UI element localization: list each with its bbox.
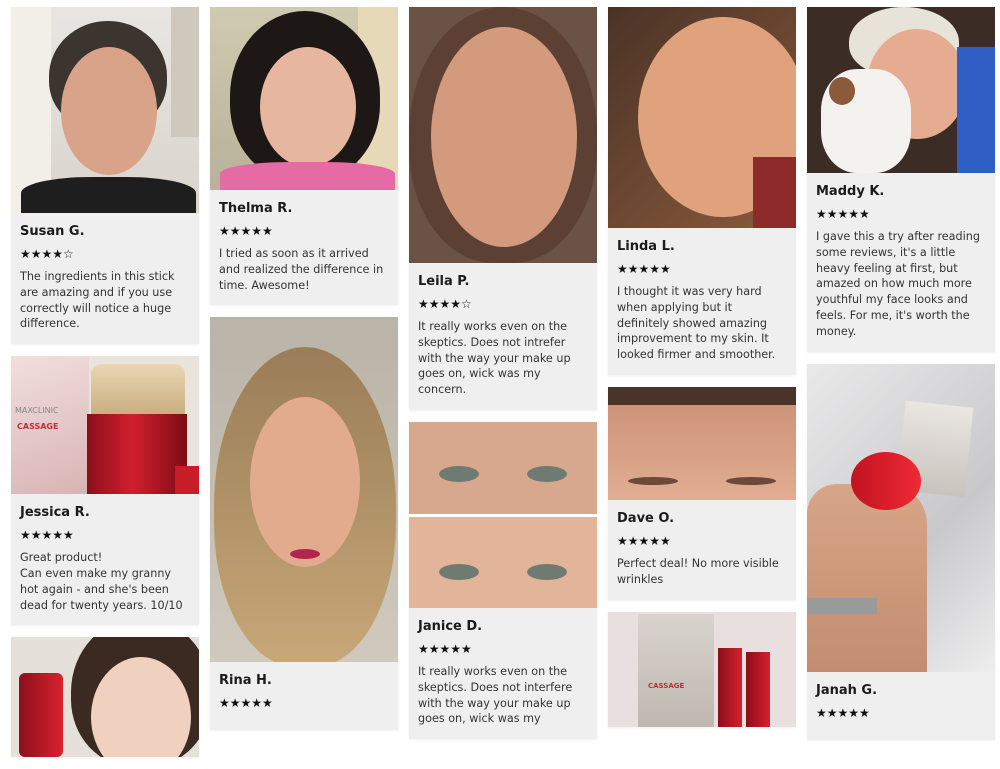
reviewer-name: Jessica R. (20, 505, 90, 521)
review-text: The ingredients in this stick are amazin… (20, 270, 175, 331)
rating-stars: ★★★★☆ (418, 297, 472, 311)
reviewer-name: Rina H. (219, 673, 272, 689)
review-text: Perfect deal! No more visible wrinkles (617, 556, 779, 586)
review-text: I thought it was very hard when applying… (617, 285, 776, 362)
review-text: Great product! Can even make my granny h… (20, 551, 183, 612)
product-brand-text: MAXCLINIC (15, 406, 59, 416)
review-column-2: Thelma R. ★★★★★ I tried as soon as it ar… (210, 7, 398, 742)
review-photo (11, 7, 199, 213)
review-card-thelma: Thelma R. ★★★★★ I tried as soon as it ar… (210, 7, 398, 306)
reviewer-name: Janah G. (816, 682, 878, 698)
review-text: It really works even on the skeptics. Do… (418, 664, 573, 726)
review-card-janice: Janice D. ★★★★★ It really works even on … (409, 421, 597, 740)
review-card-maddy: Maddy K. ★★★★★ I gave this a try after r… (807, 7, 995, 352)
review-column-4: Linda L. ★★★★★ I thought it was very har… (608, 7, 796, 739)
review-photo (409, 7, 597, 263)
reviewer-name: Susan G. (20, 224, 85, 239)
review-text: It really works even on the skeptics. Do… (418, 320, 571, 397)
rating-stars: ★★★★★ (617, 533, 671, 548)
review-photo (608, 7, 796, 228)
review-card-susan: Susan G. ★★★★☆ The ingredients in this s… (11, 7, 199, 345)
review-photo (409, 421, 597, 608)
reviewer-name: Maddy K. (816, 184, 885, 199)
review-photo: MAXCLINIC CASSAGE (11, 356, 199, 495)
review-column-1: Susan G. ★★★★☆ The ingredients in this s… (11, 7, 199, 769)
review-photo (210, 7, 398, 190)
rating-stars: ★★★★★ (20, 528, 74, 543)
review-card-janah: Janah G. ★★★★★ (807, 363, 995, 740)
review-text: I tried as soon as it arrived and realiz… (219, 247, 384, 292)
review-photo (210, 317, 398, 663)
reviewer-name: Thelma R. (219, 201, 293, 216)
review-card-rina: Rina H. ★★★★★ (210, 317, 398, 731)
rating-stars: ★★★★★ (219, 224, 273, 238)
review-photo (807, 7, 995, 173)
rating-stars: ★★★★★ (418, 641, 472, 656)
reviewer-name: Leila P. (418, 274, 470, 289)
review-photo: CASSAGE (608, 611, 796, 727)
rating-stars: ★★★★★ (219, 696, 273, 711)
review-card-linda: Linda L. ★★★★★ I thought it was very har… (608, 7, 796, 375)
review-photo (11, 637, 199, 758)
rating-stars: ★★★★☆ (20, 247, 74, 261)
rating-stars: ★★★★★ (816, 705, 870, 720)
review-column-3: Leila P. ★★★★☆ It really works even on t… (409, 7, 597, 751)
rating-stars: ★★★★★ (816, 207, 870, 221)
reviewer-name: Janice D. (418, 618, 483, 634)
reviewer-name: Linda L. (617, 239, 675, 254)
review-text: I gave this a try after reading some rev… (816, 230, 980, 338)
review-card-partial (11, 637, 199, 758)
review-card-dave: Dave O. ★★★★★ Perfect deal! No more visi… (608, 386, 796, 600)
rating-stars: ★★★★★ (617, 262, 671, 276)
product-line-text: CASSAGE (17, 422, 59, 432)
review-photo (807, 363, 995, 672)
reviewer-name: Dave O. (617, 510, 675, 526)
review-photo (608, 386, 796, 500)
review-card-product-photo: CASSAGE (608, 611, 796, 727)
review-card-jessica: MAXCLINIC CASSAGE Jessica R. ★★★★★ Great… (11, 356, 199, 626)
review-column-5: Maddy K. ★★★★★ I gave this a try after r… (807, 7, 995, 752)
review-card-leila: Leila P. ★★★★☆ It really works even on t… (409, 7, 597, 410)
product-line-text: CASSAGE (648, 681, 685, 690)
